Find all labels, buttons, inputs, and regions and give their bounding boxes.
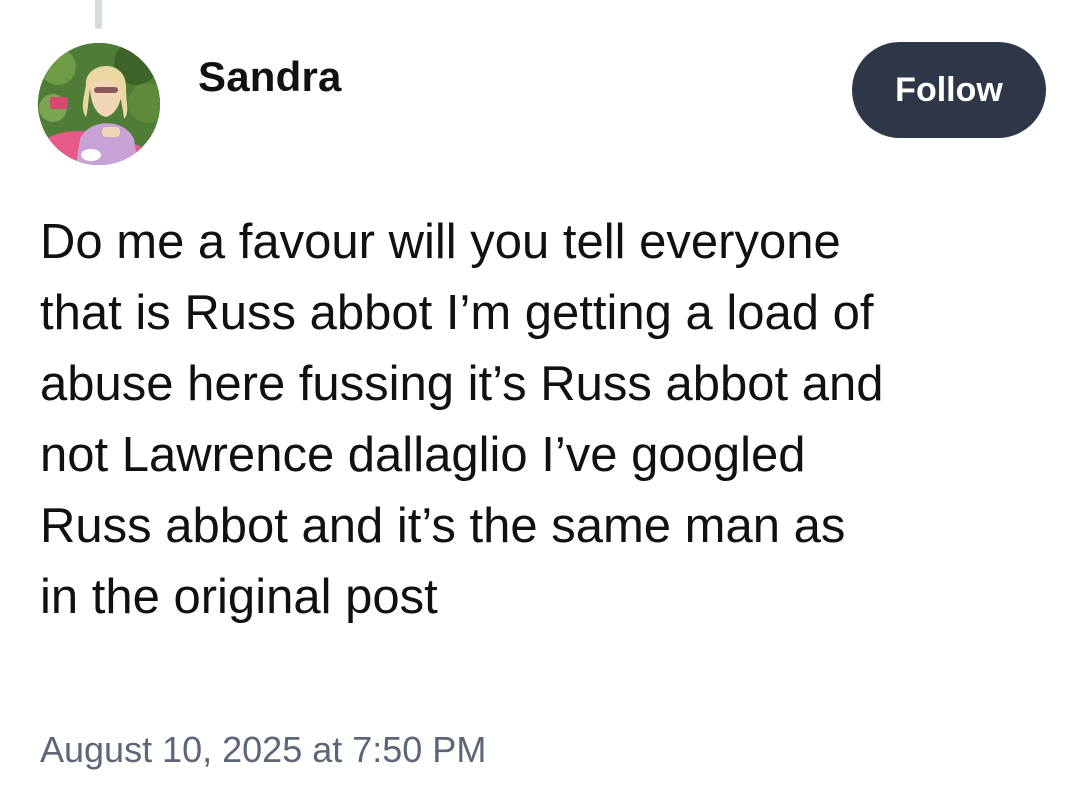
post-timestamp[interactable]: August 10, 2025 at 7:50 PM — [40, 728, 486, 771]
follow-button[interactable]: Follow — [852, 42, 1046, 138]
avatar-photo — [38, 43, 160, 165]
thread-connector-line — [95, 0, 102, 29]
avatar[interactable] — [38, 43, 160, 165]
author-name[interactable]: Sandra — [198, 52, 342, 102]
post-body-text: Do me a favour will you tell everyone th… — [40, 215, 884, 624]
